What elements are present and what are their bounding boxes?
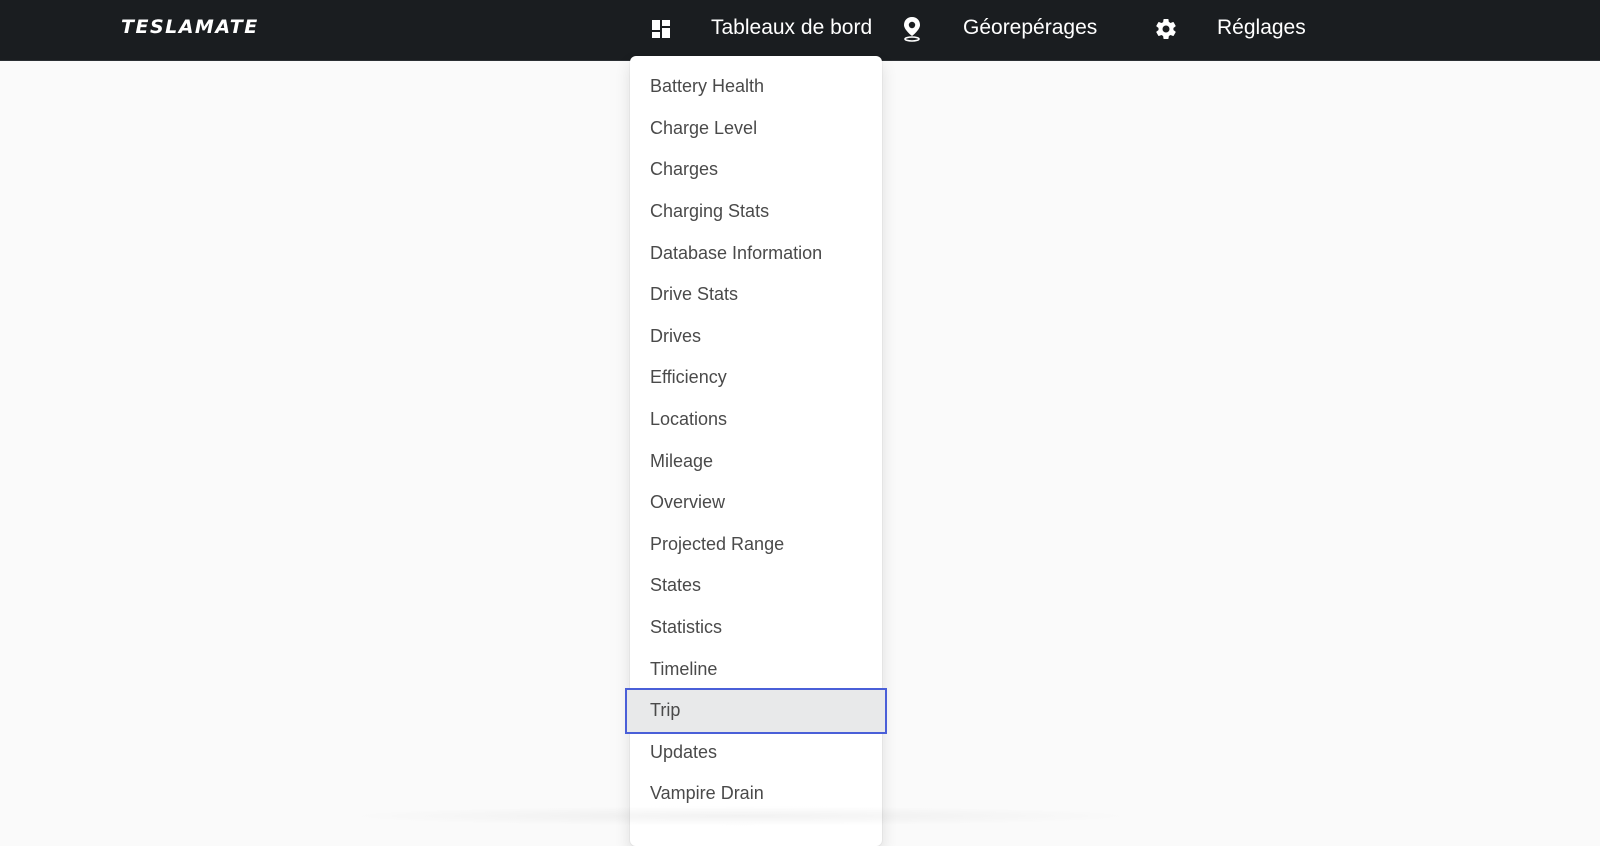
dropdown-item-states[interactable]: States: [630, 565, 882, 607]
dropdown-item-overview[interactable]: Overview: [630, 482, 882, 524]
dropdown-item-charge-level[interactable]: Charge Level: [630, 108, 882, 150]
dropdown-item-trip[interactable]: Trip: [625, 687, 887, 734]
dropdown-item-updates[interactable]: Updates: [630, 732, 882, 774]
top-navbar: TESLAMATE Tableaux de bord Géorepérages …: [0, 0, 1600, 61]
dropdown-item-efficiency[interactable]: Efficiency: [630, 357, 882, 399]
dropdown-item-charges[interactable]: Charges: [630, 149, 882, 191]
dropdown-item-drive-stats[interactable]: Drive Stats: [630, 274, 882, 316]
dashboards-dropdown: Battery Health Charge Level Charges Chargin…: [625, 56, 887, 846]
dropdown-item-database-information[interactable]: Database Information: [630, 232, 882, 274]
dashboard-icon[interactable]: [648, 16, 674, 42]
dropdown-item-battery-health[interactable]: Battery Health: [630, 66, 882, 108]
dropdown-item-timeline[interactable]: Timeline: [630, 648, 882, 690]
dropdown-item-statistics[interactable]: Statistics: [630, 607, 882, 649]
dropdown-item-charging-stats[interactable]: Charging Stats: [630, 191, 882, 233]
nav-geofences[interactable]: Géorepérages: [963, 15, 1097, 41]
dropdown-item-drives[interactable]: Drives: [630, 316, 882, 358]
brand-logo[interactable]: TESLAMATE: [121, 16, 259, 38]
nav-settings[interactable]: Réglages: [1217, 15, 1306, 41]
nav-dashboards[interactable]: Tableaux de bord: [711, 15, 872, 41]
map-marker-icon[interactable]: [899, 16, 925, 42]
dropdown-item-mileage[interactable]: Mileage: [630, 440, 882, 482]
page-content-shadow: [340, 806, 1140, 826]
gear-icon[interactable]: [1153, 16, 1179, 42]
dropdown-item-locations[interactable]: Locations: [630, 399, 882, 441]
dropdown-item-projected-range[interactable]: Projected Range: [630, 524, 882, 566]
